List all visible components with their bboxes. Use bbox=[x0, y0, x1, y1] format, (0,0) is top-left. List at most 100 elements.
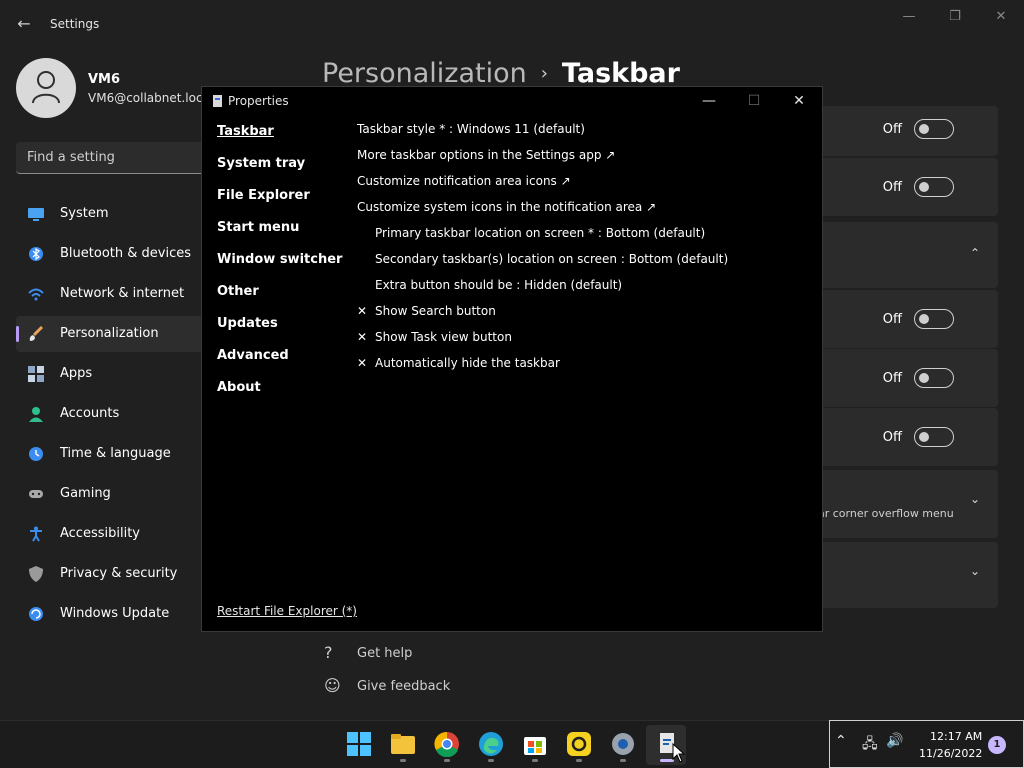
sidebar-item-label: Apps bbox=[60, 366, 93, 381]
search-input[interactable]: Find a setting bbox=[16, 142, 206, 174]
accessibility-icon bbox=[30, 526, 42, 542]
dialog-maximize-button[interactable]: ☐ bbox=[731, 89, 777, 113]
sidebar-item-label: Privacy & security bbox=[60, 566, 178, 581]
store-icon[interactable] bbox=[522, 731, 548, 757]
dialog-close-button[interactable]: ✕ bbox=[776, 89, 822, 113]
toggle-state: Off bbox=[882, 430, 902, 445]
toggle-switch[interactable] bbox=[914, 309, 954, 329]
notification-badge[interactable]: 1 bbox=[988, 736, 1006, 754]
dialog-tab-advanced[interactable]: Advanced bbox=[217, 348, 289, 363]
dialog-tab-taskbar[interactable]: Taskbar bbox=[217, 124, 274, 139]
check-icon[interactable]: ✕ bbox=[357, 330, 367, 344]
apps-icon bbox=[28, 366, 44, 382]
running-indicator bbox=[444, 759, 450, 762]
page-title: Taskbar bbox=[561, 58, 680, 89]
sidebar-item-time-language[interactable]: Time & language bbox=[16, 436, 206, 472]
dialog-minimize-button[interactable]: — bbox=[686, 89, 732, 113]
dialog-tab-about[interactable]: About bbox=[217, 380, 261, 395]
sidebar-item-accessibility[interactable]: Accessibility bbox=[16, 516, 206, 552]
maximize-button[interactable]: ❐ bbox=[932, 6, 978, 28]
clock-time[interactable]: 12:17 AM bbox=[930, 730, 982, 743]
chrome-icon[interactable] bbox=[434, 731, 460, 757]
toggle-state: Off bbox=[882, 371, 902, 386]
running-indicator bbox=[532, 759, 538, 762]
dialog-tab-window-switcher[interactable]: Window switcher bbox=[217, 252, 342, 267]
taskbar-style-option[interactable]: Taskbar style * : Windows 11 (default) bbox=[357, 122, 585, 136]
sidebar-item-label: Bluetooth & devices bbox=[60, 246, 191, 261]
chevron-down-icon[interactable]: ⌄ bbox=[970, 492, 980, 506]
get-help-link[interactable]: Get help bbox=[357, 646, 412, 661]
start-icon[interactable] bbox=[346, 731, 372, 757]
check-icon[interactable]: ✕ bbox=[357, 356, 367, 370]
chevron-up-icon[interactable]: ⌃ bbox=[970, 246, 980, 260]
toggle-state: Off bbox=[882, 122, 902, 137]
chevron-down-icon[interactable]: ⌄ bbox=[970, 564, 980, 578]
sidebar-item-apps[interactable]: Apps bbox=[16, 356, 206, 392]
help-icon: ? bbox=[324, 643, 333, 662]
file-explorer-icon[interactable] bbox=[390, 731, 416, 757]
sidebar-item-system[interactable]: System bbox=[16, 196, 206, 232]
minimize-button[interactable]: — bbox=[886, 6, 932, 28]
dialog-tab-other[interactable]: Other bbox=[217, 284, 259, 299]
close-button[interactable]: ✕ bbox=[978, 6, 1024, 28]
sidebar-item-label: Network & internet bbox=[60, 286, 185, 301]
user-icon bbox=[32, 71, 60, 104]
chevron-up-icon[interactable]: ⌃ bbox=[835, 733, 847, 749]
breadcrumb: Personalization › Taskbar bbox=[322, 58, 680, 89]
properties-app-icon bbox=[213, 95, 222, 107]
shield-icon bbox=[29, 566, 43, 582]
show-search-checkbox[interactable]: Show Search button bbox=[375, 304, 496, 318]
toggle-state: Off bbox=[882, 312, 902, 327]
sidebar-item-privacy[interactable]: Privacy & security bbox=[16, 556, 206, 592]
sidebar-item-network[interactable]: Network & internet bbox=[16, 276, 206, 312]
wifi-icon bbox=[28, 288, 44, 301]
extra-button-option[interactable]: Extra button should be : Hidden (default… bbox=[375, 278, 622, 292]
show-task-view-checkbox[interactable]: Show Task view button bbox=[375, 330, 512, 344]
primary-location-option[interactable]: Primary taskbar location on screen * : B… bbox=[375, 226, 705, 240]
toggle-switch[interactable] bbox=[914, 368, 954, 388]
settings-icon[interactable] bbox=[610, 731, 636, 757]
auto-hide-checkbox[interactable]: Automatically hide the taskbar bbox=[375, 356, 560, 370]
notification-icons-link[interactable]: Customize notification area icons ↗ bbox=[357, 174, 571, 188]
system-icons-link[interactable]: Customize system icons in the notificati… bbox=[357, 200, 656, 214]
dialog-tab-file-explorer[interactable]: File Explorer bbox=[217, 188, 310, 203]
sidebar-item-accounts[interactable]: Accounts bbox=[16, 396, 206, 432]
sidebar-item-gaming[interactable]: Gaming bbox=[16, 476, 206, 512]
remote-app-icon[interactable] bbox=[566, 731, 592, 757]
network-icon[interactable]: 🖧 bbox=[862, 733, 878, 757]
running-indicator bbox=[400, 759, 406, 762]
sidebar-item-label: System bbox=[60, 206, 109, 221]
brush-icon bbox=[29, 326, 44, 341]
volume-icon[interactable]: 🔊 bbox=[886, 733, 903, 749]
toggle-switch[interactable] bbox=[914, 119, 954, 139]
app-title: Settings bbox=[50, 17, 100, 31]
check-icon[interactable]: ✕ bbox=[357, 304, 367, 318]
clock-date[interactable]: 11/26/2022 bbox=[919, 747, 982, 760]
toggle-switch[interactable] bbox=[914, 177, 954, 197]
update-icon bbox=[29, 607, 43, 621]
toggle-switch[interactable] bbox=[914, 427, 954, 447]
gamepad-icon bbox=[29, 490, 43, 498]
dialog-title: Properties bbox=[228, 94, 289, 108]
dialog-tab-updates[interactable]: Updates bbox=[217, 316, 278, 331]
sidebar-item-label: Time & language bbox=[60, 446, 171, 461]
back-button[interactable]: ← bbox=[14, 14, 34, 34]
sidebar-item-label: Windows Update bbox=[60, 606, 170, 621]
sidebar-item-label: Accounts bbox=[60, 406, 120, 421]
sidebar-item-personalization[interactable]: Personalization bbox=[16, 316, 206, 352]
clock-icon bbox=[29, 447, 43, 461]
settings-app-link[interactable]: More taskbar options in the Settings app… bbox=[357, 148, 615, 162]
edge-icon[interactable] bbox=[478, 731, 504, 757]
search-placeholder: Find a setting bbox=[27, 150, 115, 165]
feedback-icon: ☺ bbox=[324, 676, 341, 695]
restart-explorer-link[interactable]: Restart File Explorer (*) bbox=[217, 604, 357, 618]
sidebar-item-windows-update[interactable]: Windows Update bbox=[16, 596, 206, 632]
give-feedback-link[interactable]: Give feedback bbox=[357, 679, 450, 694]
avatar[interactable] bbox=[16, 58, 76, 118]
settings-titlebar: ← Settings — ❐ ✕ bbox=[0, 0, 1024, 48]
breadcrumb-parent[interactable]: Personalization bbox=[322, 58, 527, 89]
dialog-tab-start-menu[interactable]: Start menu bbox=[217, 220, 299, 235]
dialog-tab-system-tray[interactable]: System tray bbox=[217, 156, 305, 171]
secondary-location-option[interactable]: Secondary taskbar(s) location on screen … bbox=[375, 252, 728, 266]
sidebar-item-bluetooth[interactable]: Bluetooth & devices bbox=[16, 236, 206, 272]
